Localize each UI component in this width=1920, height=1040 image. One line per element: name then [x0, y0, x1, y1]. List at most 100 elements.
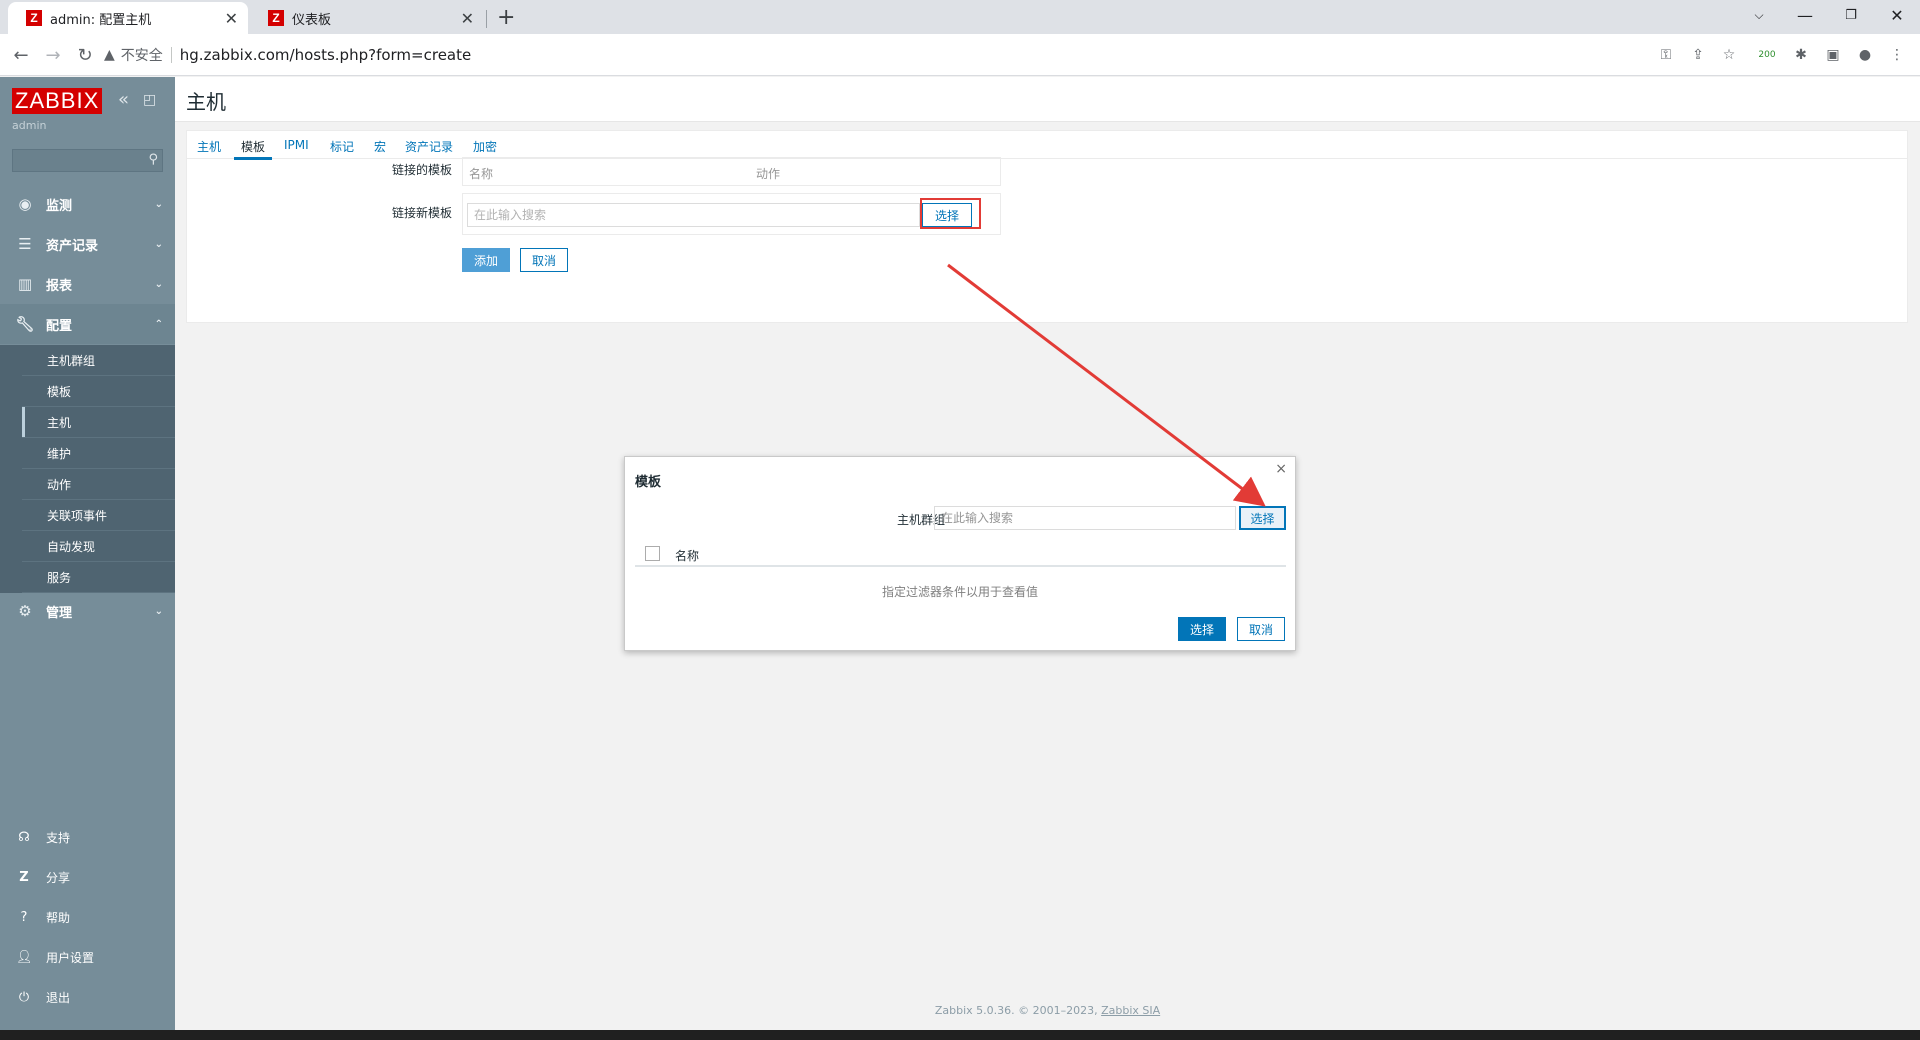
menu-label: 资产记录: [46, 238, 99, 254]
puzzle-icon[interactable]: ✱: [1790, 44, 1812, 66]
column-name: 名称: [469, 167, 494, 181]
restore-icon[interactable]: ❐: [1828, 0, 1874, 30]
menu-administration[interactable]: ⚙ 管理 ⌄: [0, 591, 175, 631]
tab-encryption[interactable]: 加密: [473, 138, 497, 155]
back-icon[interactable]: ←: [8, 42, 34, 68]
url-divider: [170, 47, 172, 63]
select-all-checkbox[interactable]: [645, 546, 660, 561]
dialog-cancel-button[interactable]: 取消: [1237, 617, 1285, 641]
template-search-input[interactable]: 在此输入搜索: [467, 203, 920, 227]
linked-templates-table: 名称 动作: [462, 157, 1001, 186]
footer-label: 帮助: [46, 910, 71, 925]
host-group-input[interactable]: 在此输入搜索: [934, 506, 1236, 530]
z-share-icon: Z: [19, 869, 29, 885]
dialog-title: 模板: [635, 475, 662, 490]
search-icon[interactable]: ⚲: [148, 152, 158, 167]
chevron-down-icon: ⌄: [154, 198, 163, 210]
tab-title: 仪表板: [292, 12, 332, 28]
browser-tab[interactable]: Z 仪表板 ✕: [250, 2, 484, 34]
menu-icon[interactable]: ⋮: [1886, 44, 1908, 66]
tab-inventory[interactable]: 资产记录: [405, 138, 453, 155]
kiosk-mode-icon[interactable]: ◰: [143, 92, 156, 108]
address-bar[interactable]: ▲ 不安全 hg.zabbix.com/hosts.php?form=creat…: [104, 38, 1920, 72]
footer-logout[interactable]: ⏻ 退出: [0, 979, 175, 1015]
zabbix-favicon: Z: [268, 10, 284, 26]
submenu-templates[interactable]: 模板: [22, 376, 175, 407]
page-header: 主机: [175, 77, 1920, 122]
tab-host[interactable]: 主机: [197, 138, 221, 155]
list-icon: ☰: [18, 235, 32, 253]
footer-user-settings[interactable]: 👤︎ 用户设置: [0, 939, 175, 975]
forward-icon[interactable]: →: [40, 42, 66, 68]
footer-support[interactable]: ☊ 支持: [0, 819, 175, 855]
footer-help[interactable]: ? 帮助: [0, 899, 175, 935]
submenu-services[interactable]: 服务: [22, 562, 175, 593]
menu-label: 管理: [46, 605, 73, 621]
column-name[interactable]: 名称: [675, 547, 699, 564]
tab-templates[interactable]: 模板: [233, 138, 273, 160]
submenu-actions[interactable]: 动作: [22, 469, 175, 500]
new-tab-button[interactable]: +: [497, 5, 515, 30]
empty-message: 指定过滤器条件以用于查看值: [881, 585, 1038, 599]
tab-macros[interactable]: 宏: [374, 138, 386, 155]
close-icon[interactable]: ×: [1275, 461, 1287, 477]
star-icon[interactable]: ☆: [1718, 44, 1740, 66]
tab-search-icon[interactable]: ⌵: [1736, 0, 1782, 30]
share-icon[interactable]: ⇪: [1687, 44, 1709, 66]
submenu-event-correlation[interactable]: 关联项事件: [22, 500, 175, 531]
zabbix-sia-link[interactable]: Zabbix SIA: [1101, 1004, 1160, 1017]
templates-dialog: 模板 × 主机群组 在此输入搜索 选择 名称 指定过滤器条件以用于查看值 选择 …: [624, 456, 1296, 651]
os-taskbar: [0, 1030, 1920, 1040]
menu-configuration[interactable]: 🔧︎ 配置 ⌃: [0, 304, 175, 344]
eye-icon: ◉: [18, 195, 32, 213]
host-group-select-button[interactable]: 选择: [1239, 506, 1286, 530]
extension-badge[interactable]: 200: [1756, 44, 1778, 66]
close-window-icon[interactable]: ✕: [1874, 0, 1920, 30]
annotation-highlight: [920, 198, 981, 229]
add-button[interactable]: 添加: [462, 248, 510, 272]
form-tabs: 主机 模板 IPMI 标记 宏 资产记录 加密: [187, 131, 1907, 160]
copyright-text: Zabbix 5.0.36. © 2001–2023,: [934, 1004, 1102, 1017]
submenu-discovery[interactable]: 自动发现: [22, 531, 175, 562]
browser-tabbar: Z admin: 配置主机 ✕ Z 仪表板 ✕ + ⌵ — ❐ ✕: [0, 0, 1920, 34]
menu-inventory[interactable]: ☰ 资产记录 ⌄: [0, 224, 175, 264]
chevron-up-icon: ⌃: [154, 318, 163, 330]
sidepanel-icon[interactable]: ▣: [1822, 44, 1844, 66]
menu-monitoring[interactable]: ◉ 监测 ⌄: [0, 184, 175, 224]
cancel-button[interactable]: 取消: [520, 248, 568, 272]
browser-tab-active[interactable]: Z admin: 配置主机 ✕: [8, 2, 248, 34]
menu-reports[interactable]: ▥ 报表 ⌄: [0, 264, 175, 304]
footer-share[interactable]: Z 分享: [0, 859, 175, 895]
sidebar-search-input[interactable]: ⚲: [12, 149, 163, 172]
headset-icon: ☊: [18, 829, 30, 845]
submenu-host-groups[interactable]: 主机群组: [22, 345, 175, 376]
tab-tags[interactable]: 标记: [330, 138, 354, 155]
minimize-icon[interactable]: —: [1782, 0, 1828, 30]
zabbix-logo[interactable]: ZABBIX: [12, 88, 103, 114]
footer-label: 退出: [46, 990, 71, 1005]
dialog-select-button[interactable]: 选择: [1178, 617, 1226, 641]
footer-label: 用户设置: [46, 950, 95, 965]
reload-icon[interactable]: ↻: [72, 42, 98, 68]
menu-label: 报表: [46, 278, 73, 294]
close-tab-icon[interactable]: ✕: [225, 9, 238, 28]
profile-icon[interactable]: ●: [1854, 44, 1876, 66]
submenu-hosts[interactable]: 主机: [22, 407, 175, 438]
close-tab-icon[interactable]: ✕: [461, 9, 474, 28]
link-new-templates-label: 链接新模板: [391, 206, 452, 220]
chevron-down-icon: ⌄: [154, 605, 163, 617]
security-label: 不安全: [120, 48, 163, 64]
power-icon: ⏻: [18, 989, 30, 1005]
page-title: 主机: [186, 90, 226, 114]
submenu-maintenance[interactable]: 维护: [22, 438, 175, 469]
collapse-sidebar-icon[interactable]: «: [118, 89, 129, 110]
menu-label: 配置: [46, 318, 73, 334]
footer-label: 支持: [46, 830, 71, 845]
host-form: 主机 模板 IPMI 标记 宏 资产记录 加密 链接的模板 名称 动作 链接新模…: [186, 130, 1908, 323]
tab-ipmi[interactable]: IPMI: [284, 138, 309, 152]
zabbix-favicon: Z: [26, 10, 42, 26]
bar-chart-icon: ▥: [17, 275, 33, 293]
key-icon[interactable]: ⚿: [1655, 44, 1677, 66]
column-action: 动作: [756, 167, 781, 181]
tab-divider: [486, 10, 487, 28]
